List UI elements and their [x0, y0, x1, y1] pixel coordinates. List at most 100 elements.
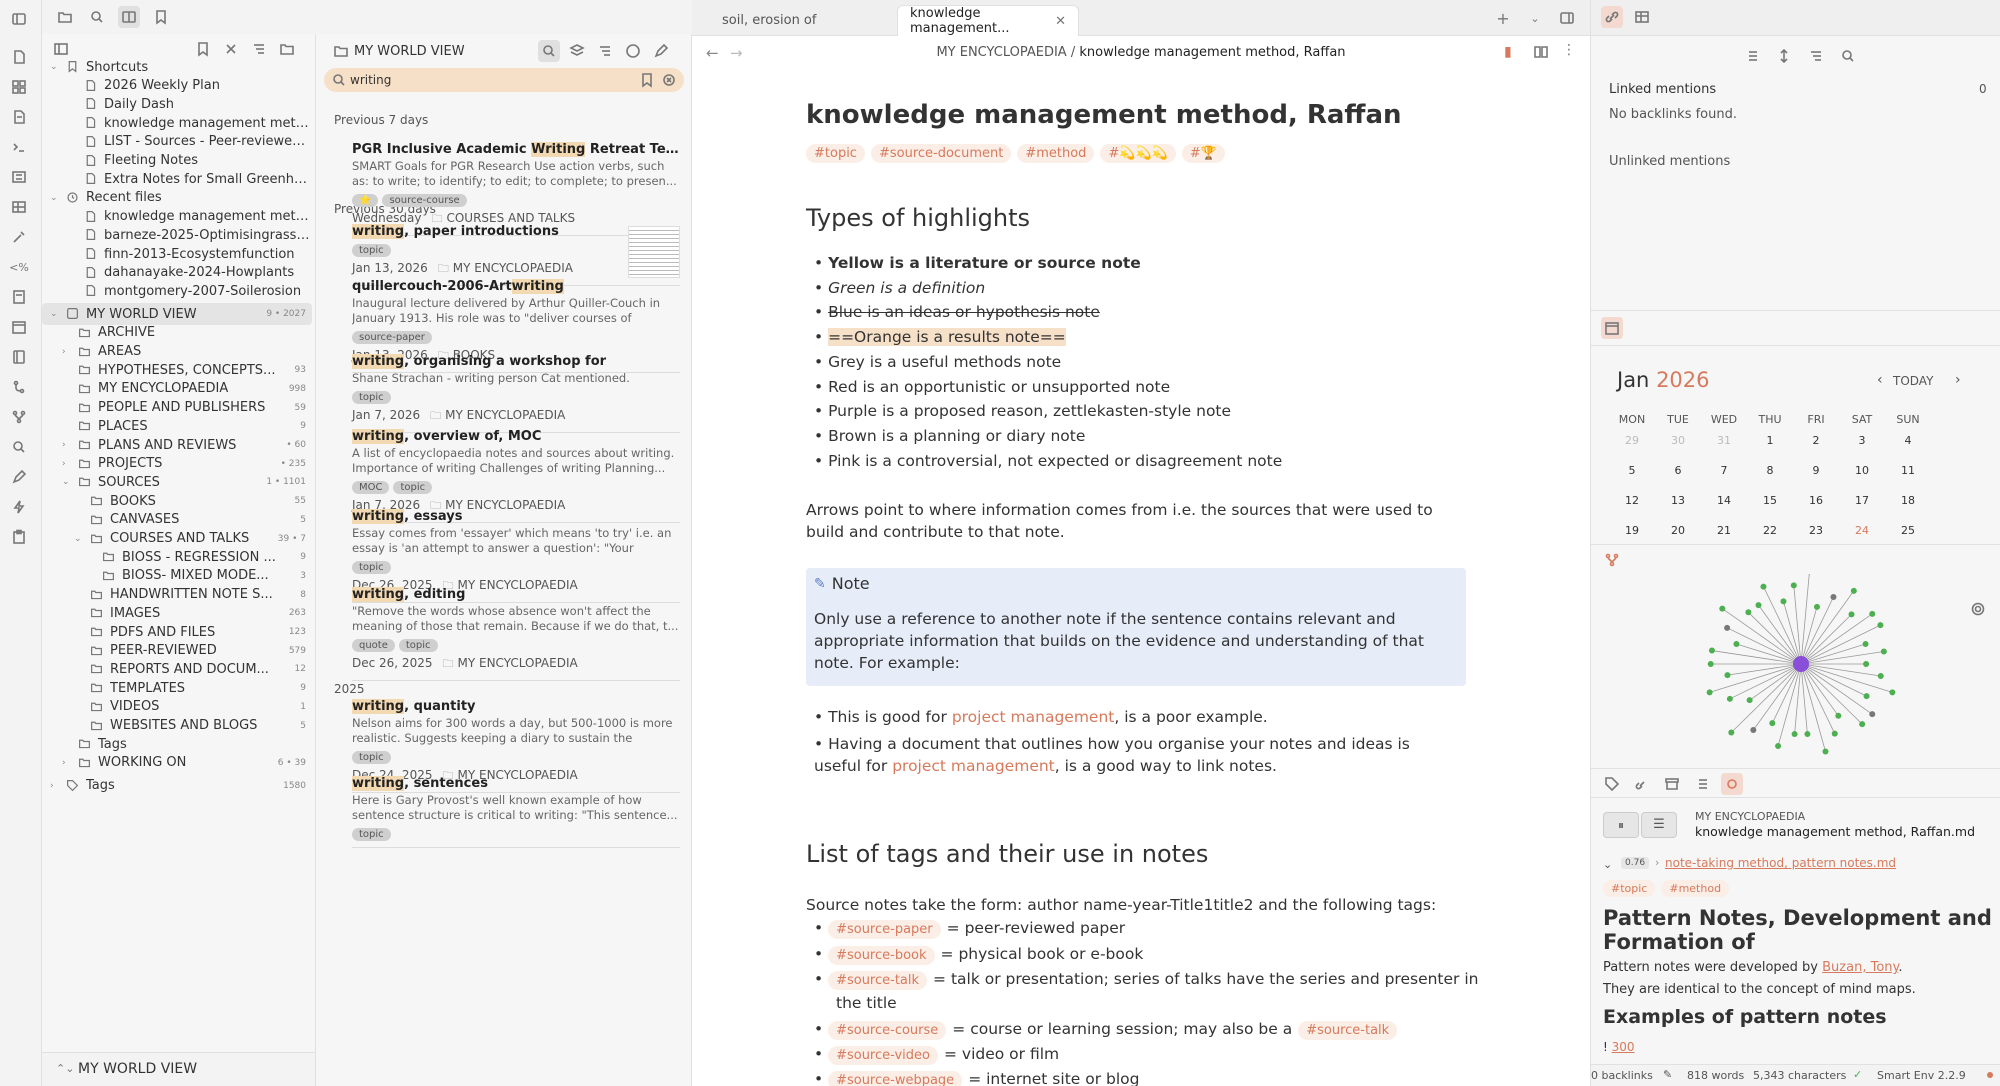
sort-icon[interactable] [1805, 45, 1827, 67]
graph-node[interactable] [1889, 689, 1896, 696]
calendar-day[interactable]: 1 [1747, 434, 1793, 447]
status-backlinks[interactable]: 0 backlinks [1591, 1069, 1653, 1082]
graph-node[interactable] [1775, 742, 1782, 749]
graph-node[interactable] [1760, 583, 1767, 590]
today-button[interactable]: TODAY [1893, 374, 1933, 388]
tag-list-item[interactable]: • #source-webpage = internet site or blog [814, 1070, 1139, 1086]
graph-node[interactable] [1869, 610, 1876, 617]
menu-button[interactable]: ☰ [1641, 812, 1677, 838]
file-icon[interactable] [8, 46, 30, 68]
note-icon[interactable] [8, 286, 30, 308]
tag-pill[interactable]: topic [352, 561, 391, 574]
tag-list-item[interactable]: • #source-book = physical book or e-book [814, 945, 1143, 965]
calendar-day[interactable]: 12 [1609, 494, 1655, 507]
graph-node[interactable] [1791, 731, 1798, 738]
graph-icon[interactable] [1601, 549, 1623, 571]
outline-icon[interactable] [1691, 773, 1713, 795]
tag-pill[interactable]: source-course [382, 194, 467, 207]
chevron-down-icon[interactable]: ⌄ [1524, 7, 1546, 29]
calendar-day[interactable]: 14 [1701, 494, 1747, 507]
note-tag[interactable]: #source-document [870, 144, 1012, 163]
tags-root[interactable]: › Tags 1580 [42, 775, 312, 797]
graph-node[interactable] [1830, 594, 1837, 601]
graph-node[interactable] [1880, 648, 1887, 655]
internal-link[interactable]: project management [892, 757, 1055, 775]
sc-tag[interactable]: #topic [1603, 880, 1656, 897]
highlight-item[interactable]: • Blue is an ideas or hypothesis note [814, 303, 1100, 321]
search-icon[interactable] [538, 40, 560, 62]
sc-embed-link[interactable]: 300 [1612, 1040, 1635, 1054]
calendar-day[interactable]: 17 [1839, 494, 1885, 507]
tag-pill[interactable]: topic [352, 751, 391, 764]
graph-node[interactable] [1859, 721, 1866, 728]
graph-node[interactable] [1869, 711, 1876, 718]
calendar-day[interactable]: 20 [1655, 524, 1701, 537]
search-result[interactable]: writing, sentences Here is Gary Provost's… [352, 776, 680, 848]
graph-node[interactable] [1706, 689, 1713, 696]
graph-node[interactable] [1813, 603, 1820, 610]
tag-pill[interactable]: quote [352, 639, 395, 652]
backlinks-tab-icon[interactable] [1601, 6, 1623, 28]
graph-node[interactable] [1822, 748, 1829, 755]
graph-node[interactable] [1835, 712, 1842, 719]
bookmark-icon[interactable] [150, 6, 172, 28]
graph-node[interactable] [1862, 640, 1869, 647]
graph-node[interactable] [1877, 622, 1884, 629]
sc-tag[interactable]: #method [1661, 880, 1730, 897]
arrows-paragraph[interactable]: Arrows point to where information comes … [806, 499, 1466, 543]
palette-icon[interactable] [622, 40, 644, 62]
calendar-day[interactable]: 22 [1747, 524, 1793, 537]
folder-icon[interactable] [54, 6, 76, 28]
vault-name[interactable]: MY WORLD VIEW [78, 1061, 197, 1077]
tag-list-item[interactable]: • #source-course = course or learning ses… [814, 1020, 1403, 1040]
sync-ok-icon[interactable]: ✓ [1853, 1068, 1862, 1081]
graph-node[interactable] [1733, 640, 1740, 647]
graph-node[interactable] [1708, 647, 1715, 654]
tab-knowledge-management[interactable]: knowledge management... ✕ [897, 5, 1079, 36]
graph-node[interactable] [1726, 695, 1733, 702]
reading-view-icon[interactable] [1530, 41, 1552, 63]
tag-list-item[interactable]: • #source-video = video or film [814, 1045, 1059, 1065]
search-icon[interactable] [86, 6, 108, 28]
search-result[interactable]: writing, organising a workshop for Shane … [352, 354, 680, 433]
bookmark-icon[interactable] [636, 69, 658, 91]
highlight-item[interactable]: • Purple is a proposed reason, zettlekas… [814, 402, 1231, 420]
table-icon[interactable] [8, 196, 30, 218]
example-item-1[interactable]: • This is good for project management, i… [814, 708, 1268, 726]
tag-chip[interactable]: #source-book [828, 946, 935, 965]
tag-list-item[interactable]: • #source-paper = peer-reviewed paper [814, 919, 1125, 939]
graph-settings-icon[interactable] [1967, 598, 1989, 620]
smart-connections-icon[interactable] [1721, 773, 1743, 795]
tools-icon[interactable] [8, 226, 30, 248]
calendar-day[interactable]: 25 [1885, 524, 1931, 537]
vault-switch-icon[interactable]: ⌃⌄ [56, 1062, 74, 1075]
search-result[interactable]: writing, paper introductions topic Jan 13,… [352, 224, 680, 286]
graph-node[interactable] [1790, 582, 1797, 589]
graph-node[interactable] [1707, 661, 1714, 667]
calendar-day[interactable]: 6 [1655, 464, 1701, 477]
graph-node[interactable] [1728, 729, 1735, 736]
heading-tags[interactable]: List of tags and their use in notes [806, 840, 1466, 868]
linked-mentions-label[interactable]: Linked mentions [1609, 82, 1716, 97]
graph-node[interactable] [1746, 697, 1753, 704]
breadcrumb-folder[interactable]: MY ENCYCLOPAEDIA [936, 45, 1066, 60]
calendar-day[interactable]: 13 [1655, 494, 1701, 507]
note-tag[interactable]: #💫💫💫 [1100, 144, 1176, 163]
chevron-down-icon[interactable]: ⌄ [1603, 858, 1612, 871]
pen-icon[interactable] [8, 466, 30, 488]
calendar-day[interactable]: 4 [1885, 434, 1931, 447]
close-icon[interactable]: ✕ [1055, 14, 1066, 29]
terminal-icon[interactable] [8, 136, 30, 158]
highlight-item[interactable]: • Pink is a controversial, not expected … [814, 452, 1282, 470]
sc-author-link[interactable]: Buzan, Tony [1822, 960, 1898, 975]
note-tag[interactable]: #method [1017, 144, 1095, 163]
calendar-day[interactable]: 2 [1793, 434, 1839, 447]
unlinked-mentions-label[interactable]: Unlinked mentions [1609, 154, 1730, 169]
graph-node[interactable] [1804, 731, 1811, 738]
bolt-icon[interactable] [8, 496, 30, 518]
tag-icon[interactable] [1601, 773, 1623, 795]
more-options-icon[interactable]: ⋮ [1562, 42, 1576, 58]
archive-icon[interactable] [1661, 773, 1683, 795]
calendar-day[interactable]: 15 [1747, 494, 1793, 507]
tag-pill[interactable]: ⭐ [352, 194, 379, 207]
